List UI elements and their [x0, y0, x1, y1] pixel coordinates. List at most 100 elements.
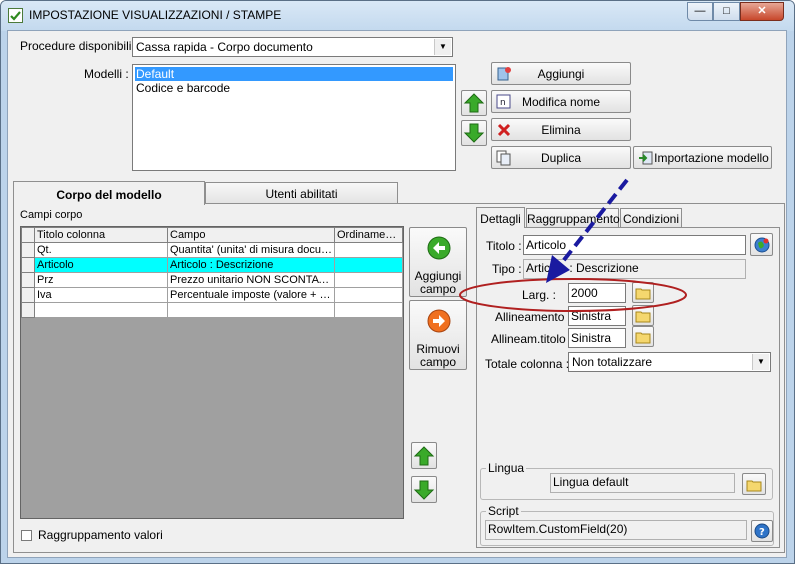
row-header[interactable]	[21, 302, 35, 318]
totale-colonna-label: Totale colonna :	[485, 357, 570, 371]
script-help-button[interactable]: ?	[751, 520, 773, 542]
close-button[interactable]: ✕	[740, 2, 784, 21]
folder-icon	[635, 332, 651, 344]
cell-titolo[interactable]: Prz	[34, 272, 168, 288]
move-model-down-button[interactable]	[461, 120, 487, 146]
arrow-up-icon	[463, 93, 485, 113]
row-header[interactable]	[21, 242, 35, 258]
tab-corpo-del-modello[interactable]: Corpo del modello	[13, 181, 205, 205]
cell-ordinamento[interactable]	[334, 272, 403, 288]
cell-campo[interactable]	[167, 302, 335, 318]
remove-field-label-1: Rimuovi	[416, 342, 460, 356]
delete-model-button[interactable]: Elimina	[491, 118, 631, 141]
script-field: RowItem.CustomField(20)	[485, 520, 747, 540]
modelli-listbox[interactable]: Default Codice e barcode	[132, 64, 456, 171]
allineam-titolo-label: Allineam.titolo :	[491, 332, 573, 346]
procedure-select[interactable]: Cassa rapida - Corpo documento ▼	[132, 37, 453, 57]
titolo-language-button[interactable]	[750, 233, 773, 256]
titolo-input-value: Articolo	[526, 238, 567, 252]
tab-utenti-abilitati[interactable]: Utenti abilitati	[205, 182, 398, 203]
tab-raggruppamento[interactable]: Raggruppamento	[526, 208, 620, 227]
cell-ordinamento[interactable]	[334, 257, 403, 273]
totale-colonna-select[interactable]: Non totalizzare ▼	[568, 352, 771, 372]
row-header[interactable]	[21, 257, 35, 273]
allineamento-browse-button[interactable]	[632, 305, 654, 326]
campi-corpo-grid[interactable]: Titolo colonna Campo Ordinamento Qt. Qua…	[20, 226, 404, 519]
add-field-button[interactable]: Aggiungi campo	[409, 227, 467, 297]
lingua-field-value: Lingua default	[553, 475, 629, 489]
duplicate-model-button[interactable]: Duplica	[491, 146, 631, 169]
import-model-label: Importazione modello	[654, 151, 769, 165]
table-row[interactable]: Articolo Articolo : Descrizione	[21, 257, 403, 273]
cell-ordinamento[interactable]	[334, 242, 403, 258]
lingua-browse-button[interactable]	[742, 473, 766, 495]
chevron-down-icon[interactable]: ▼	[752, 354, 769, 370]
minimize-icon: —	[694, 5, 706, 17]
close-icon: ✕	[757, 5, 767, 17]
move-model-up-button[interactable]	[461, 90, 487, 116]
modelli-label: Modelli :	[84, 67, 129, 81]
row-header[interactable]	[21, 272, 35, 288]
add-field-label-1: Aggiungi	[414, 269, 462, 283]
tab-dettagli-label: Dettagli	[480, 212, 521, 226]
remove-field-label-2: campo	[419, 355, 457, 369]
titolo-input[interactable]: Articolo	[523, 235, 746, 255]
tab-condizioni[interactable]: Condizioni	[620, 208, 682, 227]
tab-corpo-label: Corpo del modello	[56, 188, 162, 202]
allineam-titolo-browse-button[interactable]	[632, 326, 654, 347]
list-item[interactable]: Codice e barcode	[135, 81, 453, 95]
import-model-button[interactable]: Importazione modello	[633, 146, 772, 169]
row-header[interactable]	[21, 287, 35, 303]
allineamento-input-value: Sinistra	[571, 309, 612, 323]
tab-dettagli[interactable]: Dettagli	[476, 207, 525, 228]
cell-ordinamento[interactable]	[334, 287, 403, 303]
arrow-down-icon	[463, 123, 485, 143]
add-field-label-2: campo	[419, 282, 457, 296]
minimize-button[interactable]: —	[687, 2, 713, 21]
rename-model-button[interactable]: n Modifica nome	[491, 90, 631, 113]
table-row[interactable]: Iva Percentuale imposte (valore + si...	[21, 287, 403, 303]
campi-corpo-label: Campi corpo	[20, 209, 83, 221]
cell-campo[interactable]: Percentuale imposte (valore + si...	[167, 287, 335, 303]
column-header-titolo[interactable]: Titolo colonna	[34, 227, 168, 243]
table-row[interactable]: Qt. Quantita' (unita' di misura docum...	[21, 242, 403, 258]
larg-label: Larg. :	[522, 288, 557, 302]
list-item[interactable]: Default	[135, 67, 453, 81]
cell-campo[interactable]: Articolo : Descrizione	[167, 257, 335, 273]
column-header-ordinamento[interactable]: Ordinamento	[334, 227, 403, 243]
raggruppamento-label: Raggruppamento valori	[38, 528, 163, 542]
procedure-select-value: Cassa rapida - Corpo documento	[136, 40, 313, 54]
raggruppamento-checkbox[interactable]	[21, 530, 32, 541]
add-model-label: Aggiungi	[537, 67, 585, 81]
chevron-down-icon[interactable]: ▼	[434, 39, 451, 55]
table-row[interactable]	[21, 302, 403, 318]
globe-icon	[754, 237, 770, 253]
help-icon: ?	[754, 523, 770, 539]
tipo-label: Tipo :	[492, 262, 522, 276]
tab-condizioni-label: Condizioni	[622, 212, 680, 226]
cell-ordinamento[interactable]	[334, 302, 403, 318]
table-row[interactable]: Prz Prezzo unitario NON SCONTAT...	[21, 272, 403, 288]
move-field-down-button[interactable]	[411, 476, 437, 503]
larg-input[interactable]: 2000	[568, 283, 626, 303]
allineam-titolo-input[interactable]: Sinistra	[568, 328, 626, 348]
column-header-campo[interactable]: Campo	[167, 227, 335, 243]
cell-titolo[interactable]: Articolo	[34, 257, 168, 273]
tipo-field-value: Articolo : Descrizione	[526, 261, 639, 275]
cell-titolo[interactable]	[34, 302, 168, 318]
cell-titolo[interactable]: Qt.	[34, 242, 168, 258]
cell-campo[interactable]: Quantita' (unita' di misura docum...	[167, 242, 335, 258]
folder-icon	[635, 288, 651, 300]
cell-campo[interactable]: Prezzo unitario NON SCONTAT...	[167, 272, 335, 288]
add-model-button[interactable]: Aggiungi	[491, 62, 631, 85]
maximize-button[interactable]: □	[713, 2, 740, 21]
lingua-field: Lingua default	[550, 473, 735, 493]
larg-browse-button[interactable]	[632, 282, 654, 303]
move-field-up-button[interactable]	[411, 442, 437, 469]
list-item-label: Codice e barcode	[136, 81, 231, 95]
tab-utenti-label: Utenti abilitati	[265, 187, 338, 201]
allineamento-input[interactable]: Sinistra	[568, 306, 626, 326]
cell-titolo[interactable]: Iva	[34, 287, 168, 303]
grid-corner	[21, 227, 35, 243]
remove-field-button[interactable]: Rimuovi campo	[409, 300, 467, 370]
